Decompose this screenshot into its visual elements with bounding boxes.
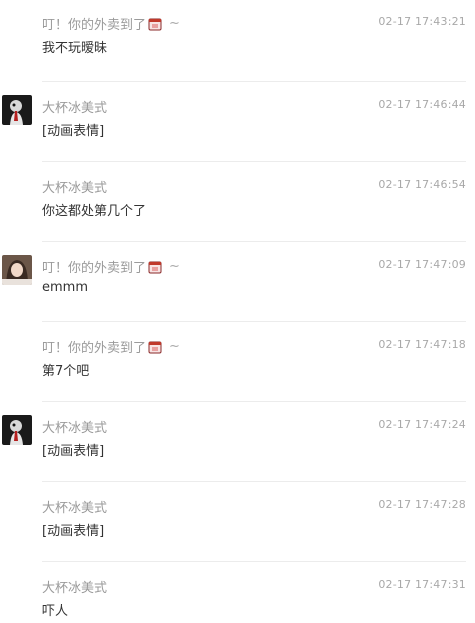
- message-timestamp: 02-17 17:46:54: [378, 178, 466, 191]
- divider: [42, 321, 466, 322]
- sender-nickname[interactable]: 大杯冰美式: [42, 417, 107, 436]
- sender-nickname[interactable]: 叮！你的外卖到了 ~: [42, 257, 180, 276]
- message-text: [动画表情]: [42, 444, 105, 459]
- message-timestamp: 02-17 17:47:09: [378, 258, 466, 271]
- message-text: [动画表情]: [42, 124, 105, 139]
- message-timestamp: 02-17 17:47:24: [378, 418, 466, 431]
- message-timestamp: 02-17 17:46:44: [378, 98, 466, 111]
- chat-message: 大杯冰美式 02-17 17:47:24 [动画表情]: [0, 401, 475, 481]
- chat-history-list: 叮！你的外卖到了 ~ 02-17 17:43:21 我不玩暧昧 大杯冰美式 02…: [0, 0, 475, 623]
- chat-message: 大杯冰美式 02-17 17:47:28 [动画表情]: [0, 481, 475, 561]
- chat-message: 叮！你的外卖到了 ~ 02-17 17:47:18 第7个吧: [0, 321, 475, 401]
- divider: [42, 561, 466, 562]
- message-text: 我不玩暧昧: [42, 41, 108, 56]
- message-timestamp: 02-17 17:47:18: [378, 338, 466, 351]
- chat-message: 叮！你的外卖到了 ~ 02-17 17:43:21 我不玩暧昧: [0, 0, 475, 78]
- message-timestamp: 02-17 17:47:28: [378, 498, 466, 511]
- dark-figure-avatar[interactable]: [2, 415, 32, 445]
- divider: [42, 81, 466, 82]
- takeout-box-icon: [147, 259, 163, 275]
- chat-message: 大杯冰美式 02-17 17:46:44 [动画表情]: [0, 81, 475, 161]
- chat-message: 叮！你的外卖到了 ~ 02-17 17:47:09 emmm: [0, 241, 475, 321]
- message-text: emmm: [42, 280, 88, 295]
- sender-nickname[interactable]: 叮！你的外卖到了 ~: [42, 14, 180, 33]
- dark-figure-avatar[interactable]: [2, 95, 32, 125]
- chat-message: 大杯冰美式 02-17 17:46:54 你这都处第几个了: [0, 161, 475, 241]
- divider: [42, 241, 466, 242]
- sender-nickname[interactable]: 大杯冰美式: [42, 97, 107, 116]
- message-text: [动画表情]: [42, 524, 105, 539]
- sender-nickname[interactable]: 大杯冰美式: [42, 177, 107, 196]
- sender-nickname[interactable]: 叮！你的外卖到了 ~: [42, 337, 180, 356]
- message-text: 你这都处第几个了: [42, 204, 147, 219]
- message-text: 第7个吧: [42, 364, 90, 379]
- takeout-box-icon: [147, 339, 163, 355]
- divider: [42, 161, 466, 162]
- sender-nickname[interactable]: 大杯冰美式: [42, 577, 107, 596]
- takeout-box-icon: [147, 16, 163, 32]
- girl-photo-avatar[interactable]: [2, 255, 32, 285]
- message-text: 吓人: [42, 604, 69, 619]
- sender-nickname[interactable]: 大杯冰美式: [42, 497, 107, 516]
- divider: [42, 401, 466, 402]
- message-timestamp: 02-17 17:47:31: [378, 578, 466, 591]
- message-timestamp: 02-17 17:43:21: [378, 15, 466, 28]
- divider: [42, 481, 466, 482]
- chat-message: 大杯冰美式 02-17 17:47:31 吓人: [0, 561, 475, 623]
